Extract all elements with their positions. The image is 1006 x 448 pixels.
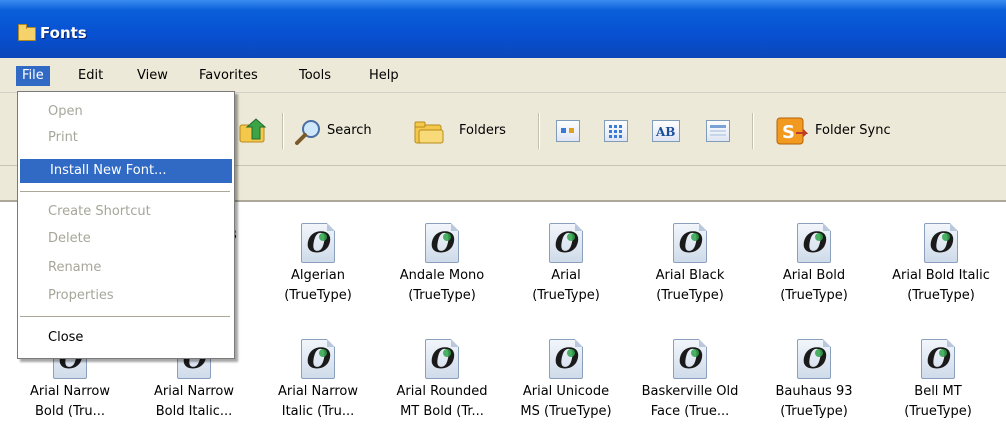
font-file-icon: O bbox=[301, 339, 335, 379]
font-name: Baskerville Old bbox=[641, 384, 739, 399]
font-type: MT Bold (Tr... bbox=[400, 404, 484, 419]
view-list-icon[interactable] bbox=[604, 120, 628, 142]
list-item[interactable]: O Andale Mono (TrueType) bbox=[380, 223, 504, 306]
list-item[interactable]: O Baskerville Old Face (True... bbox=[628, 339, 752, 422]
font-file-icon: O bbox=[549, 223, 583, 263]
menu-help[interactable]: Help bbox=[363, 66, 405, 86]
folders-icon[interactable] bbox=[413, 119, 445, 145]
view-details-icon[interactable] bbox=[706, 120, 730, 142]
font-type: Bold Italic... bbox=[155, 404, 233, 419]
font-name: Bell MT bbox=[914, 384, 962, 399]
up-folder-icon[interactable] bbox=[238, 117, 270, 145]
menu-item-rename[interactable]: Rename bbox=[18, 256, 234, 280]
list-item[interactable]: O Arial Unicode MS (TrueType) bbox=[504, 339, 628, 422]
list-item[interactable]: O Bell MT (TrueType) bbox=[876, 339, 1000, 422]
font-file-icon: O bbox=[301, 223, 335, 263]
folders-button[interactable]: Folders bbox=[459, 119, 506, 143]
svg-text:AB: AB bbox=[655, 125, 675, 139]
list-item[interactable]: O Algerian (TrueType) bbox=[256, 223, 380, 306]
font-file-icon: O bbox=[549, 339, 583, 379]
font-file-icon: O bbox=[797, 339, 831, 379]
view-icons-icon[interactable] bbox=[556, 120, 580, 142]
toolbar-separator bbox=[538, 113, 540, 149]
font-type: (TrueType) bbox=[780, 404, 848, 419]
menu-item-create-shortcut[interactable]: Create Shortcut bbox=[18, 200, 234, 224]
file-menu: Open Print Install New Font... Create Sh… bbox=[17, 91, 235, 359]
font-name: Arial Narrow bbox=[153, 384, 234, 399]
menu-separator bbox=[20, 191, 230, 192]
window-title: Fonts bbox=[40, 24, 87, 42]
font-type: (TrueType) bbox=[656, 288, 724, 303]
font-name: Algerian bbox=[291, 268, 345, 283]
font-type: Face (True... bbox=[650, 404, 730, 419]
font-name: Arial Narrow bbox=[277, 384, 358, 399]
menu-tools[interactable]: Tools bbox=[293, 66, 337, 86]
menu-bar: File Edit View Favorites Tools Help bbox=[0, 58, 1006, 93]
list-item[interactable]: O Arial (TrueType) bbox=[504, 223, 628, 306]
list-item[interactable]: O Arial Bold Italic (TrueType) bbox=[876, 223, 1006, 306]
font-type: (TrueType) bbox=[904, 404, 972, 419]
font-file-icon: O bbox=[921, 339, 955, 379]
search-icon[interactable] bbox=[295, 119, 323, 145]
menu-item-print[interactable]: Print bbox=[18, 126, 234, 150]
search-button[interactable]: Search bbox=[327, 119, 372, 143]
font-name: Arial Narrow bbox=[29, 384, 110, 399]
title-bar[interactable]: Fonts bbox=[0, 0, 1006, 58]
menu-item-close[interactable]: Close bbox=[18, 326, 234, 350]
font-file-icon: O bbox=[673, 223, 707, 263]
menu-view[interactable]: View bbox=[131, 66, 174, 86]
list-item[interactable]: O Arial Bold (TrueType) bbox=[752, 223, 876, 306]
menu-item-properties[interactable]: Properties bbox=[18, 284, 234, 308]
font-name: Arial Black bbox=[655, 268, 725, 283]
font-name: Arial Unicode bbox=[522, 384, 610, 399]
font-type: Bold (Tru... bbox=[35, 404, 105, 419]
font-name: Arial Rounded bbox=[396, 384, 488, 399]
font-type: Italic (Tru... bbox=[281, 404, 355, 419]
font-type: (TrueType) bbox=[284, 288, 352, 303]
font-file-icon: O bbox=[924, 223, 958, 263]
font-type: (TrueType) bbox=[408, 288, 476, 303]
font-type: (TrueType) bbox=[907, 288, 975, 303]
folder-sync-button[interactable]: Folder Sync bbox=[815, 119, 891, 143]
menu-item-delete[interactable]: Delete bbox=[18, 227, 234, 251]
font-type: (TrueType) bbox=[532, 288, 600, 303]
folder-sync-icon[interactable]: S bbox=[776, 117, 809, 145]
font-name: Arial Bold bbox=[782, 268, 846, 283]
folder-icon bbox=[18, 24, 36, 41]
svg-text:S: S bbox=[782, 122, 795, 143]
list-item[interactable]: O Arial Narrow Italic (Tru... bbox=[256, 339, 380, 422]
font-type: MS (TrueType) bbox=[520, 404, 612, 419]
font-name: Andale Mono bbox=[399, 268, 485, 283]
menu-item-install-new-font[interactable]: Install New Font... bbox=[20, 159, 232, 183]
font-file-icon: O bbox=[425, 223, 459, 263]
list-item[interactable]: O Arial Black (TrueType) bbox=[628, 223, 752, 306]
font-name: Arial bbox=[551, 268, 581, 283]
font-file-icon: O bbox=[797, 223, 831, 263]
menu-item-open[interactable]: Open bbox=[18, 100, 234, 124]
font-file-icon: O bbox=[673, 339, 707, 379]
menu-edit[interactable]: Edit bbox=[72, 66, 109, 86]
menu-separator bbox=[20, 316, 230, 317]
view-ab-icon[interactable]: AB bbox=[652, 120, 680, 142]
toolbar-separator bbox=[282, 113, 284, 149]
menu-favorites[interactable]: Favorites bbox=[193, 66, 264, 86]
list-item[interactable]: O Bauhaus 93 (TrueType) bbox=[752, 339, 876, 422]
menu-file[interactable]: File bbox=[16, 66, 50, 86]
list-item[interactable]: O Arial Rounded MT Bold (Tr... bbox=[380, 339, 504, 422]
toolbar-separator bbox=[752, 113, 754, 149]
font-type: (TrueType) bbox=[780, 288, 848, 303]
font-name: Bauhaus 93 bbox=[775, 384, 853, 399]
font-name: Arial Bold Italic bbox=[892, 268, 990, 283]
font-file-icon: O bbox=[425, 339, 459, 379]
